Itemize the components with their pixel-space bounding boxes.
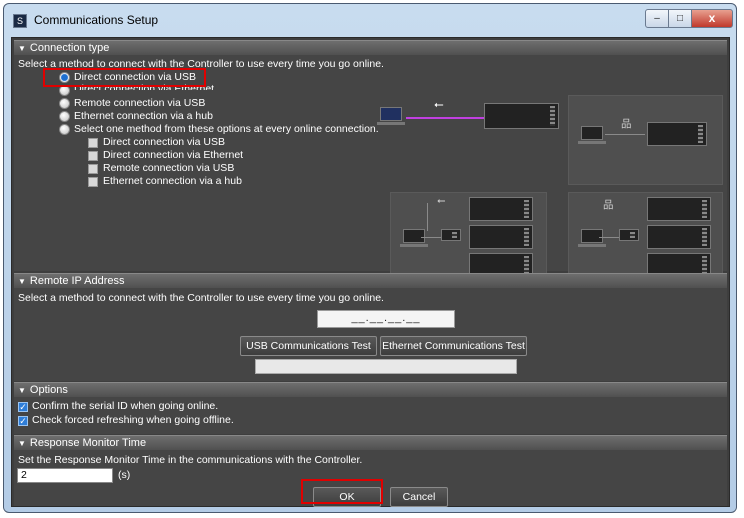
collapse-triangle-icon: ▼ [18, 277, 26, 286]
remote-ip-instruction: Select a method to connect with the Cont… [18, 292, 384, 304]
link-line [427, 203, 428, 231]
laptop-icon [400, 229, 428, 247]
remote-ip-header[interactable]: ▼ Remote IP Address [14, 273, 727, 288]
radio-ethernet-hub[interactable] [59, 111, 70, 122]
collapse-triangle-icon: ▼ [18, 439, 26, 448]
controller-icon [647, 122, 707, 146]
cancel-button[interactable]: Cancel [390, 487, 448, 507]
usb-communications-test-button[interactable]: USB Communications Test [240, 336, 377, 356]
ok-highlight [301, 479, 383, 504]
options-header[interactable]: ▼ Options [14, 382, 727, 397]
radio-ethernet-hub-label[interactable]: Ethernet connection via a hub [74, 110, 213, 122]
checkbox-sub-ethernet-hub-label[interactable]: Ethernet connection via a hub [103, 175, 242, 187]
connection-type-section: Select a method to connect with the Cont… [14, 55, 727, 284]
controller-icon [484, 103, 559, 129]
selection-highlight [43, 68, 206, 87]
minimize-button[interactable]: – [645, 9, 669, 28]
test-result-bar [255, 359, 517, 374]
ethernet-link-line [605, 134, 645, 135]
maximize-button[interactable]: □ [668, 9, 692, 28]
controller-icon [469, 197, 533, 221]
network-icon: 品 [621, 118, 632, 130]
response-monitor-header[interactable]: ▼ Response Monitor Time [14, 435, 727, 450]
radio-select-each-time-label[interactable]: Select one method from these options at … [74, 123, 379, 135]
link-line [421, 237, 443, 238]
radio-remote-usb[interactable] [59, 98, 70, 109]
ethernet-communications-test-button[interactable]: Ethernet Communications Test [380, 336, 527, 356]
options-section: ✓ Confirm the serial ID when going onlin… [14, 397, 727, 434]
options-title: Options [29, 384, 68, 396]
ethernet-hub-diagram: 品 [568, 192, 723, 284]
connection-type-header[interactable]: ▼ Connection type [14, 40, 727, 55]
connection-type-title: Connection type [29, 42, 110, 54]
checkbox-sub-direct-usb-label[interactable]: Direct connection via USB [103, 136, 225, 148]
dialog-client-area: ▼ Connection type Select a method to conn… [11, 37, 730, 507]
link-line [599, 237, 621, 238]
checkbox-forced-refreshing-label[interactable]: Check forced refreshing when going offli… [32, 414, 234, 426]
controller-icon [647, 197, 711, 221]
app-icon: S [13, 14, 27, 28]
network-icon: 品 [603, 199, 614, 211]
radio-select-each-time[interactable] [59, 124, 70, 135]
checkbox-forced-refreshing[interactable]: ✓ [18, 416, 28, 426]
response-monitor-unit: (s) [118, 469, 131, 481]
checkbox-sub-direct-ethernet-label[interactable]: Direct connection via Ethernet [103, 149, 243, 161]
direct-ethernet-diagram: 品 [568, 95, 723, 185]
controller-icon [647, 225, 711, 249]
remote-ip-title: Remote IP Address [29, 275, 125, 287]
usb-icon: ⭠ [437, 195, 446, 207]
remote-usb-diagram: ⭠ [390, 192, 547, 284]
radio-remote-usb-label[interactable]: Remote connection via USB [74, 97, 205, 109]
response-monitor-instruction: Set the Response Monitor Time in the com… [18, 454, 363, 466]
title-bar[interactable]: S Communications Setup – □ x [4, 4, 736, 36]
checkbox-sub-remote-usb-label[interactable]: Remote connection via USB [103, 162, 234, 174]
close-button[interactable]: x [691, 9, 733, 28]
hub-icon [619, 229, 639, 241]
checkbox-confirm-serial-id-label[interactable]: Confirm the serial ID when going online. [32, 400, 218, 412]
laptop-icon [578, 229, 606, 247]
window-title: Communications Setup [34, 13, 159, 27]
usb-icon: ⭠ [434, 97, 444, 111]
collapse-triangle-icon: ▼ [18, 386, 26, 395]
laptop-icon [578, 126, 606, 144]
checkbox-sub-direct-usb[interactable] [88, 138, 98, 148]
checkbox-sub-direct-ethernet[interactable] [88, 151, 98, 161]
checkbox-sub-ethernet-hub[interactable] [88, 177, 98, 187]
checkbox-sub-remote-usb[interactable] [88, 164, 98, 174]
laptop-icon [377, 107, 405, 125]
controller-icon [469, 225, 533, 249]
checkbox-confirm-serial-id[interactable]: ✓ [18, 402, 28, 412]
collapse-triangle-icon: ▼ [18, 44, 26, 53]
ip-address-field[interactable]: __.__.__.__ [317, 310, 455, 328]
response-monitor-time-input[interactable]: 2 [17, 468, 113, 483]
hub-icon [441, 229, 461, 241]
response-monitor-title: Response Monitor Time [29, 437, 147, 449]
